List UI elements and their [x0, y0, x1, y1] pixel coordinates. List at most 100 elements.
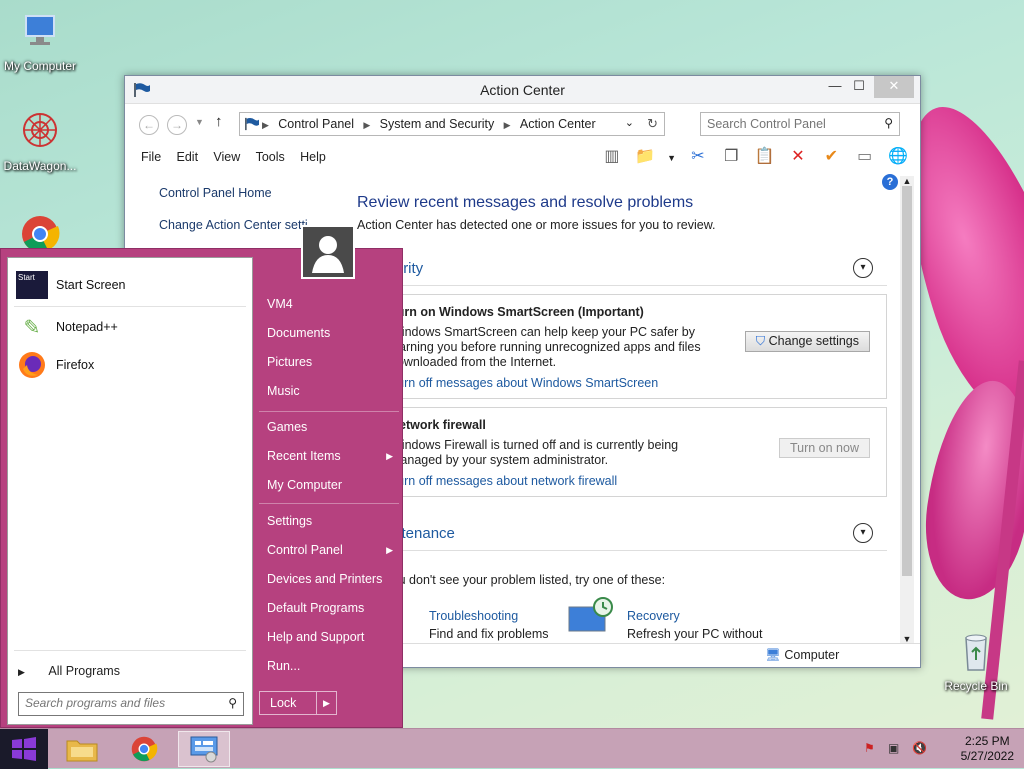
breadcrumb-system-security[interactable]: System and Security — [380, 113, 495, 135]
divider — [14, 306, 246, 307]
globe-icon[interactable]: 🌐 — [886, 146, 910, 168]
recent-pages-dropdown[interactable]: ▼ — [195, 117, 204, 127]
start-search-input[interactable] — [23, 695, 219, 711]
security-section-header[interactable]: Security ▾ — [357, 252, 887, 286]
menu-help[interactable]: Help — [294, 146, 332, 168]
place-control-panel[interactable]: Control Panel ▶ — [259, 537, 399, 563]
volume-muted-icon[interactable]: 🔇 — [912, 741, 928, 757]
clock[interactable]: 2:25 PM 5/27/2022 — [961, 734, 1014, 764]
taskbar-file-explorer[interactable] — [56, 731, 108, 767]
lock-button[interactable]: Lock ▶ — [259, 691, 337, 715]
clock-time: 2:25 PM — [964, 734, 1010, 748]
turn-on-now-button[interactable]: Turn on now — [778, 438, 870, 458]
firewall-card: Network firewall Windows Firewall is tur… — [357, 407, 887, 497]
recovery-link[interactable]: Recovery — [627, 609, 762, 623]
start-search-box[interactable]: ⚲ — [18, 692, 244, 716]
up-button[interactable]: ↑ — [215, 113, 223, 130]
address-bar[interactable]: ▶ Control Panel ▶ System and Security ▶ … — [239, 112, 665, 136]
address-dropdown-icon[interactable]: ⌄ — [625, 116, 634, 129]
vertical-scrollbar[interactable]: ▲ ▼ — [900, 176, 914, 644]
program-notepadpp[interactable]: ✎ Notepad++ — [16, 312, 118, 342]
menu-file[interactable]: File — [135, 146, 167, 168]
minimize-button[interactable]: — — [822, 76, 848, 98]
program-start-screen[interactable]: Start Start Screen — [16, 270, 125, 300]
search-control-panel[interactable]: ⚲ — [700, 112, 900, 136]
arrow-up-icon: ↑ — [215, 113, 223, 130]
copy-icon[interactable]: ❐ — [719, 146, 743, 168]
place-games[interactable]: Games — [259, 414, 399, 440]
lock-options-arrow-icon[interactable]: ▶ — [316, 692, 336, 714]
program-label: Notepad++ — [56, 320, 118, 334]
menu-tools[interactable]: Tools — [250, 146, 291, 168]
place-help-support[interactable]: Help and Support — [259, 624, 399, 650]
properties-check-icon[interactable]: ✔ — [819, 146, 843, 168]
recovery-tool[interactable]: Recovery Refresh your PC without — [568, 597, 763, 641]
paste-icon[interactable]: 📋 — [753, 146, 777, 168]
action-center-flag-icon[interactable]: ⚑ — [864, 741, 880, 757]
smartscreen-turn-off-link[interactable]: Turn off messages about Windows SmartScr… — [390, 376, 874, 390]
desktop-icon-recycle-bin[interactable]: Recycle Bin — [936, 630, 1016, 693]
breadcrumb-control-panel[interactable]: Control Panel — [278, 113, 354, 135]
start-button[interactable] — [0, 729, 48, 769]
menu-edit[interactable]: Edit — [171, 146, 205, 168]
place-pictures[interactable]: Pictures — [259, 349, 399, 375]
layout-icon[interactable]: ▥ — [600, 146, 624, 168]
taskbar-control-panel[interactable] — [178, 731, 230, 767]
place-vm4[interactable]: VM4 — [259, 291, 399, 317]
breadcrumb-action-center[interactable]: Action Center — [520, 113, 596, 135]
breadcrumb-separator-icon[interactable]: ▶ — [504, 120, 511, 130]
place-run[interactable]: Run... — [259, 653, 399, 679]
chevron-down-icon[interactable]: ▼ — [667, 147, 677, 169]
delete-icon[interactable]: ✕ — [786, 146, 810, 168]
divider — [259, 411, 399, 412]
close-button[interactable]: ✕ — [874, 76, 914, 98]
address-row: ← → ▼ ↑ ▶ Control Panel ▶ System and Sec… — [135, 111, 910, 137]
recovery-desc: Refresh your PC without — [627, 627, 763, 641]
place-devices-printers[interactable]: Devices and Printers — [259, 566, 399, 592]
refresh-icon[interactable]: ↻ — [647, 116, 658, 132]
network-icon[interactable]: ▣ — [888, 741, 904, 757]
search-icon[interactable]: ⚲ — [884, 116, 893, 130]
place-music[interactable]: Music — [259, 378, 399, 404]
link-control-panel-home[interactable]: Control Panel Home — [159, 186, 351, 200]
place-my-computer[interactable]: My Computer — [259, 472, 399, 498]
title-bar[interactable]: Action Center — ☐ ✕ — [125, 76, 920, 104]
maintenance-section-header[interactable]: Maintenance ▾ — [357, 517, 887, 551]
desktop-icon-my-computer[interactable]: My Computer — [0, 10, 80, 73]
search-input[interactable] — [705, 114, 875, 134]
all-programs-button[interactable]: ▶ All Programs — [18, 664, 120, 678]
troubleshooting-tool[interactable]: Troubleshooting Find and fix problems — [429, 609, 549, 641]
scroll-up-icon[interactable]: ▲ — [900, 176, 914, 186]
main-content: Review recent messages and resolve probl… — [357, 180, 887, 649]
user-avatar[interactable] — [301, 225, 355, 279]
cut-icon[interactable]: ✂ — [686, 146, 710, 168]
taskbar-chrome[interactable] — [118, 731, 170, 767]
start-screen-icon: Start — [16, 271, 48, 299]
arrow-right-icon: ▶ — [386, 451, 393, 461]
back-button[interactable]: ← — [139, 115, 159, 135]
menu-view[interactable]: View — [207, 146, 246, 168]
firewall-turn-off-link[interactable]: Turn off messages about network firewall — [390, 474, 874, 488]
place-documents[interactable]: Documents — [259, 320, 399, 346]
place-settings[interactable]: Settings — [259, 508, 399, 534]
place-recent-items[interactable]: Recent Items ▶ — [259, 443, 399, 469]
chevron-down-icon[interactable]: ▾ — [853, 523, 873, 543]
search-icon[interactable]: ⚲ — [228, 696, 237, 710]
uac-shield-icon: ⛉ — [755, 334, 766, 348]
troubleshooting-link[interactable]: Troubleshooting — [429, 609, 549, 623]
breadcrumb-separator-icon[interactable]: ▶ — [363, 120, 370, 130]
change-settings-button[interactable]: ⛉ Change settings — [744, 331, 870, 352]
scroll-thumb[interactable] — [902, 186, 912, 576]
forward-button[interactable]: → — [167, 115, 187, 135]
chevron-down-icon[interactable]: ▾ — [853, 258, 873, 278]
place-default-programs[interactable]: Default Programs — [259, 595, 399, 621]
program-firefox[interactable]: Firefox — [16, 350, 94, 380]
rename-icon[interactable]: ▭ — [853, 146, 877, 168]
program-label: Start Screen — [56, 278, 126, 292]
firewall-title: Network firewall — [390, 418, 486, 432]
firefox-icon — [16, 351, 48, 379]
maximize-button[interactable]: ☐ — [846, 76, 872, 98]
folder-options-icon[interactable]: 📁 — [633, 146, 657, 168]
desktop-icon-datawagon[interactable]: DataWagon... — [0, 110, 80, 173]
window-title: Action Center — [480, 82, 565, 98]
